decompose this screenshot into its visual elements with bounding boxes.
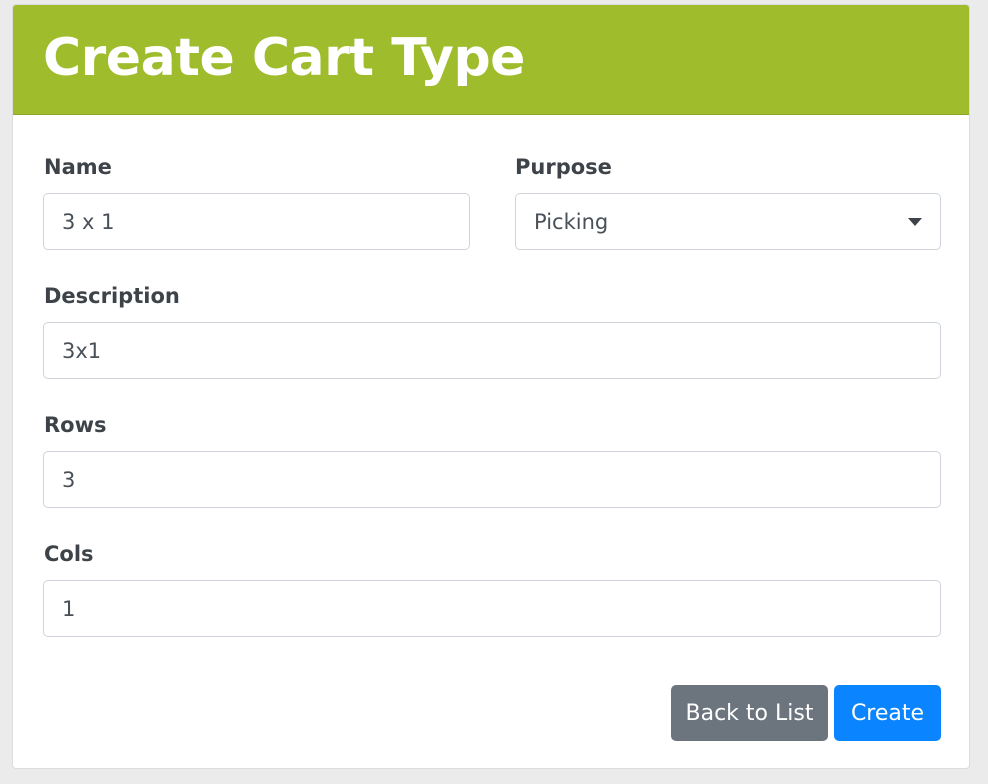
- cols-input[interactable]: [43, 580, 941, 637]
- back-to-list-button[interactable]: Back to List: [671, 685, 828, 741]
- caret-down-icon: [908, 217, 922, 226]
- name-input[interactable]: [43, 193, 470, 250]
- name-label: Name: [44, 155, 112, 179]
- create-button[interactable]: Create: [834, 685, 941, 741]
- rows-label: Rows: [44, 413, 107, 437]
- purpose-selected-value: Picking: [534, 209, 609, 234]
- description-label: Description: [44, 284, 180, 308]
- purpose-label: Purpose: [515, 155, 612, 179]
- card-header: Create Cart Type: [13, 5, 969, 115]
- purpose-select[interactable]: Picking: [515, 193, 941, 250]
- rows-input[interactable]: [43, 451, 941, 508]
- page-title: Create Cart Type: [43, 27, 525, 88]
- create-cart-type-card: Create Cart Type Name Purpose Picking De…: [12, 4, 970, 769]
- cols-label: Cols: [44, 542, 94, 566]
- description-input[interactable]: [43, 322, 941, 379]
